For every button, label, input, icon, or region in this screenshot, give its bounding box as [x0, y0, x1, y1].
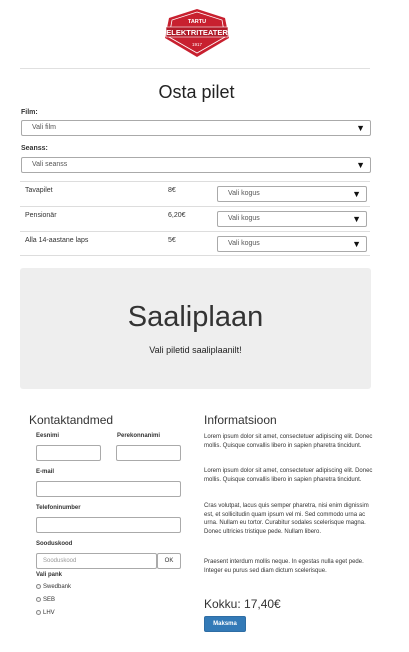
ticket-row: Tavapilet 8€ Vali kogus ▼ — [20, 181, 370, 206]
last-name-label: Perekonnanimi — [117, 433, 161, 439]
ticket-name: Tavapilet — [25, 187, 53, 194]
info-heading: Informatsioon — [204, 413, 277, 427]
first-name-label: Eesnimi — [36, 433, 60, 439]
info-paragraph: Praesent interdum mollis neque. In egest… — [204, 559, 364, 574]
session-select-value: Vali seanss — [32, 161, 68, 168]
ticket-quantity-value: Vali kogus — [228, 190, 260, 197]
ticket-row: Pensionär 6,20€ Vali kogus ▼ — [20, 206, 370, 231]
ticket-quantity-value: Vali kogus — [228, 215, 260, 222]
discount-label: Sooduskood — [36, 541, 73, 547]
ticket-price: 5€ — [168, 237, 176, 244]
bank-name: LHV — [43, 610, 55, 616]
session-label: Seanss: — [21, 145, 48, 152]
email-field[interactable] — [36, 481, 181, 497]
bank-radio-seb[interactable]: SEB — [36, 597, 55, 603]
radio-circle-icon — [36, 584, 41, 589]
radio-circle-icon — [36, 610, 41, 615]
logo-year-text: 1917 — [192, 42, 203, 47]
ticket-price: 8€ — [168, 187, 176, 194]
ticket-price: 6,20€ — [168, 212, 186, 219]
discount-code-placeholder: Sooduskood — [43, 558, 77, 564]
bank-name: SEB — [43, 597, 56, 603]
discount-code-input[interactable]: Sooduskood — [36, 553, 157, 569]
total-price: Kokku: 17,40€ — [204, 597, 281, 611]
info-paragraph: Lorem ipsum dolor sit amet, consectetuer… — [204, 434, 373, 449]
ticket-name: Alla 14-aastane laps — [25, 237, 89, 244]
radio-circle-icon — [36, 597, 41, 602]
session-select[interactable]: Vali seanss ▼ — [21, 157, 371, 173]
info-paragraph: Lorem ipsum dolor sit amet, consectetuer… — [204, 468, 373, 483]
bank-name: Swedbank — [43, 584, 72, 590]
hall-plan[interactable]: Saaliplaan Vali piletid saaliplaanilt! — [20, 268, 371, 389]
ticket-quantity-select[interactable]: Vali kogus ▼ — [217, 236, 367, 252]
ticket-row: Alla 14-aastane laps 5€ Vali kogus ▼ — [20, 231, 370, 256]
caret-down-icon: ▼ — [356, 160, 365, 170]
bank-radio-lhv[interactable]: LHV — [36, 610, 55, 616]
hall-plan-subtitle: Vali piletid saaliplaanilt! — [149, 345, 242, 355]
film-select-value: Vali film — [32, 124, 56, 131]
email-label: E-mail — [36, 469, 55, 475]
logo-top-text: TARTU — [188, 19, 206, 25]
caret-down-icon: ▼ — [352, 214, 361, 224]
info-paragraph: Cras volutpat, lacus quis semper pharetr… — [204, 503, 369, 535]
page-title: Osta pilet — [158, 82, 235, 102]
discount-ok-button[interactable]: OK — [157, 553, 181, 569]
last-name-field[interactable] — [116, 445, 181, 461]
hall-plan-title: Saaliplaan — [127, 301, 264, 333]
bank-radio-swedbank[interactable]: Swedbank — [36, 584, 71, 590]
logo-main-text: ELEKTRITEATER — [166, 28, 228, 37]
pay-button[interactable]: Maksma — [204, 616, 246, 632]
film-label: Film: — [21, 109, 38, 116]
phone-label: Telefoninumber — [36, 505, 81, 511]
caret-down-icon: ▼ — [352, 239, 361, 249]
ticket-quantity-value: Vali kogus — [228, 240, 260, 247]
first-name-field[interactable] — [36, 445, 101, 461]
caret-down-icon: ▼ — [356, 123, 365, 133]
phone-field[interactable] — [36, 517, 181, 533]
header-divider — [20, 68, 370, 69]
contact-heading: Kontaktandmed — [29, 413, 114, 427]
ticket-name: Pensionär — [25, 212, 57, 219]
bank-label: Vali pank — [36, 572, 63, 578]
caret-down-icon: ▼ — [352, 189, 361, 199]
elektriteater-logo[interactable]: TARTU ELEKTRITEATER 1917 — [163, 8, 231, 58]
ticket-quantity-select[interactable]: Vali kogus ▼ — [217, 211, 367, 227]
ticket-quantity-select[interactable]: Vali kogus ▼ — [217, 186, 367, 202]
film-select[interactable]: Vali film ▼ — [21, 120, 371, 136]
